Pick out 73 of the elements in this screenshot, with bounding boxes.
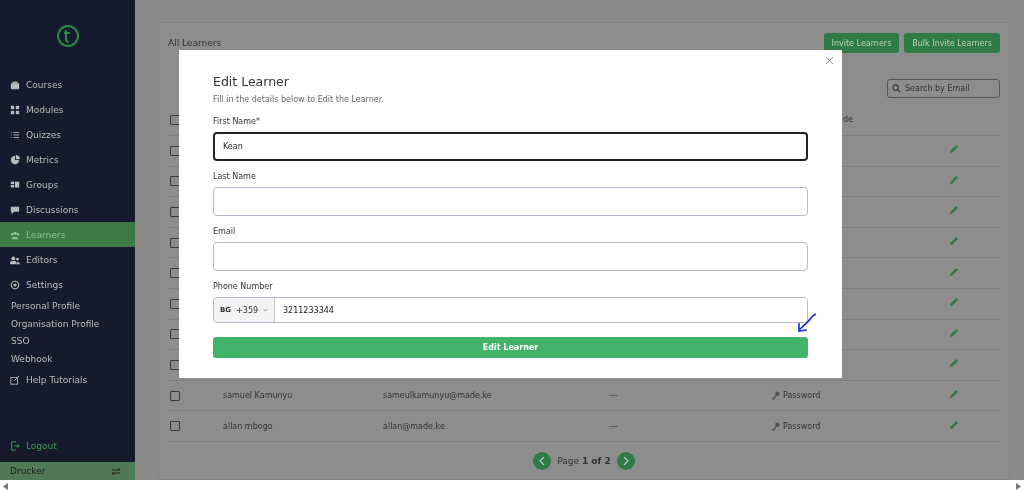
swap-icon	[111, 466, 121, 476]
table-cell: samuel Kamunyu	[223, 391, 293, 401]
pencil-icon[interactable]	[948, 389, 959, 401]
pencil-icon[interactable]	[948, 297, 959, 309]
pencil-icon[interactable]	[948, 419, 959, 431]
pencil-icon[interactable]	[948, 144, 959, 156]
input-field[interactable]	[213, 187, 808, 216]
field-label: Last Name	[213, 172, 257, 181]
pencil-icon[interactable]	[948, 205, 959, 217]
briefcase-icon	[10, 79, 20, 90]
sidebar-item[interactable]: Discussions	[0, 197, 135, 222]
chevron-down-icon	[263, 307, 268, 313]
table-cell: ---	[609, 391, 618, 401]
pencil-icon[interactable]	[948, 358, 959, 370]
sidebar-item[interactable]: Webhook	[0, 350, 135, 368]
field-label: First Name*	[213, 117, 261, 126]
pencil-icon[interactable]	[948, 236, 959, 248]
input-field[interactable]	[213, 242, 808, 271]
search-icon	[892, 84, 901, 93]
table-cell: sameulkamunyu@made.ke	[383, 391, 492, 401]
table-cell: allan@made.ke	[383, 421, 445, 431]
close-icon[interactable]	[825, 56, 834, 65]
chevron-left-icon	[539, 456, 546, 465]
sidebar-item[interactable]: Settings	[0, 272, 135, 297]
table-cell: allan mbogo	[223, 421, 273, 431]
dialog-title: Edit Learner	[213, 74, 290, 89]
settings-icon	[10, 279, 20, 290]
scroll-left-icon[interactable]	[3, 483, 8, 490]
pencil-icon[interactable]	[948, 327, 959, 339]
input-field[interactable]: Kean	[213, 132, 808, 161]
grid-icon	[10, 104, 20, 115]
dialog-subtitle: Fill in the details below to Edit the Learner.	[213, 95, 385, 104]
list-icon	[10, 129, 20, 140]
next-page-button[interactable]	[616, 451, 635, 470]
search-field[interactable]: Search by Email	[887, 79, 1000, 98]
pie-chart-icon	[10, 154, 20, 165]
people-icon	[10, 254, 20, 265]
logout-link[interactable]: Logout	[0, 433, 135, 458]
sidebar-item[interactable]: Organisation Profile	[0, 314, 135, 333]
edit-icon	[10, 375, 20, 386]
field-label: Email	[213, 227, 237, 236]
sidebar-item[interactable]: Courses	[0, 72, 135, 97]
sidebar-item[interactable]: Quizzes	[0, 122, 135, 147]
table-cell: Password	[783, 421, 821, 431]
sidebar-item[interactable]: SSO	[0, 332, 135, 351]
row-checkbox[interactable]	[170, 390, 180, 401]
page-indicator: Page 1 of 2	[557, 455, 611, 466]
logo-icon	[55, 24, 80, 48]
scroll-right-icon[interactable]	[1016, 483, 1021, 490]
sidebar-item[interactable]: Groups	[0, 172, 135, 197]
groups-icon	[10, 179, 20, 190]
arrow-annotation-icon	[796, 313, 818, 333]
sidebar-item[interactable]: Personal Profile	[0, 297, 135, 315]
sidebar-item[interactable]: Metrics	[0, 147, 135, 172]
sidebar-item[interactable]: Editors	[0, 247, 135, 272]
table-cell: ---	[609, 421, 618, 431]
column-header: de	[843, 115, 853, 124]
key-icon	[771, 391, 780, 401]
sidebar-item[interactable]: Modules	[0, 97, 135, 122]
pencil-icon[interactable]	[948, 174, 959, 186]
sidebar-item[interactable]: Help Tutorials	[0, 367, 135, 393]
logout-icon	[10, 440, 20, 451]
chevron-right-icon	[622, 456, 629, 465]
users-icon	[10, 229, 20, 240]
field-label: Phone Number	[213, 282, 274, 291]
key-icon	[771, 421, 780, 431]
table-cell: Password	[783, 391, 821, 401]
previous-page-button[interactable]	[533, 451, 552, 470]
pencil-icon[interactable]	[948, 266, 959, 278]
row-checkbox[interactable]	[170, 421, 180, 432]
speech-bubble-icon	[10, 204, 20, 215]
scrollbar[interactable]	[0, 480, 1024, 493]
page-title: All Learners	[168, 38, 223, 48]
